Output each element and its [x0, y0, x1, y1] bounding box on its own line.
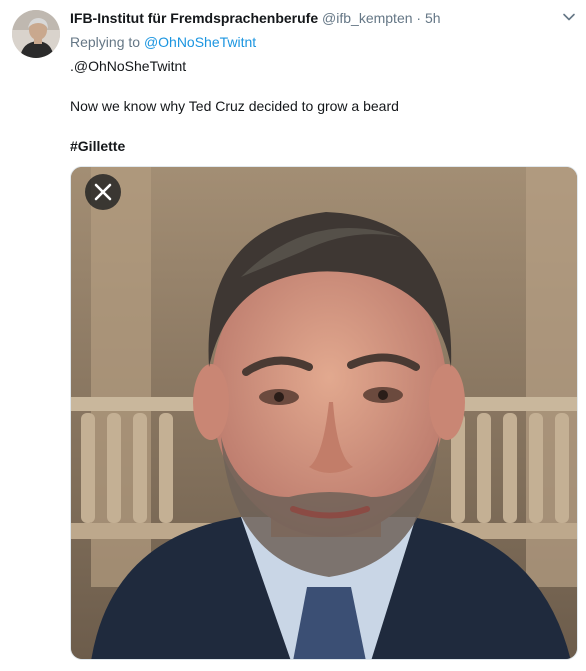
replying-to-label: Replying to [70, 34, 141, 50]
media-photo [71, 167, 577, 659]
tweet-body: Now we know why Ted Cruz decided to grow… [70, 98, 399, 114]
close-media-button[interactable] [85, 174, 121, 210]
chevron-down-icon[interactable] [562, 10, 576, 24]
timestamp[interactable]: 5h [425, 10, 441, 26]
tweet-header: IFB-Institut für Fremdsprachenberufe @if… [70, 9, 556, 29]
mention-line[interactable]: .@OhNoSheTwitnt [70, 57, 186, 75]
tweet-media[interactable] [70, 166, 578, 660]
tweet: IFB-Institut für Fremdsprachenberufe @if… [0, 0, 586, 671]
author-name[interactable]: IFB-Institut für Fremdsprachenberufe [70, 10, 318, 26]
replying-to: Replying to @OhNoSheTwitnt [70, 33, 256, 51]
avatar[interactable] [12, 10, 60, 58]
avatar-image [12, 10, 60, 58]
close-icon [94, 183, 112, 201]
hashtag-link[interactable]: #Gillette [70, 137, 125, 155]
author-handle[interactable]: @ifb_kempten [322, 10, 412, 26]
separator: · [416, 10, 422, 26]
replying-to-handle[interactable]: @OhNoSheTwitnt [144, 34, 256, 50]
